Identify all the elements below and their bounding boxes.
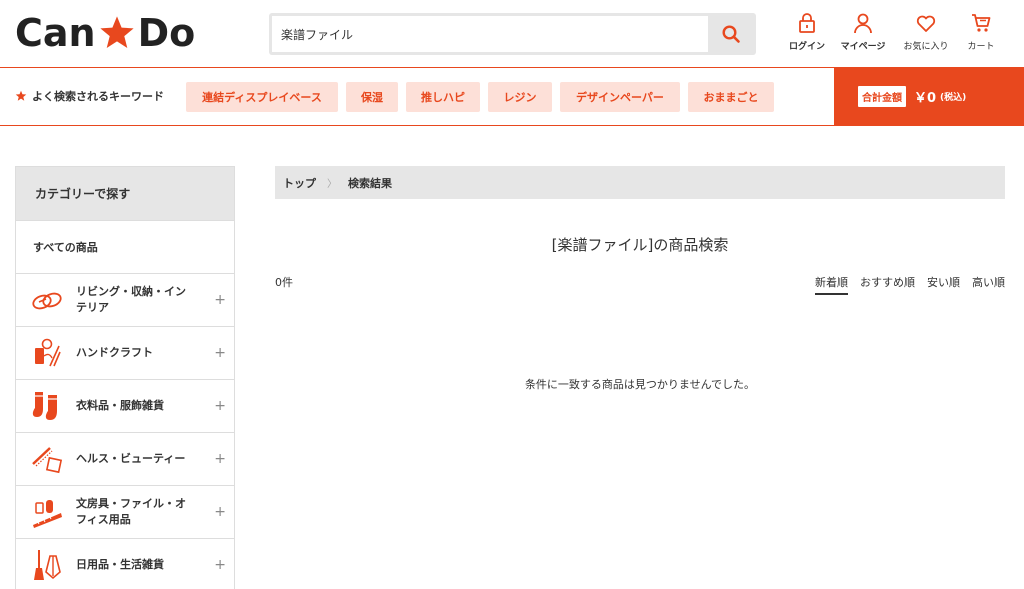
cart-label: カート [967,42,995,52]
sidebar-item-label: ハンドクラフト [76,346,153,359]
breadcrumb-current: 検索結果 [348,176,392,190]
keyword-chip[interactable]: おままごと [688,82,774,112]
breadcrumb: トップ 〉 検索結果 [275,166,1005,199]
sort-price-low[interactable]: 安い順 [927,274,960,295]
sidebar-item-label: ヘルス・ビューティー [76,452,186,465]
sidebar-item-stationery[interactable]: 文房具・ファイル・オフィス用品 + [16,485,234,538]
keyword-chip[interactable]: 保湿 [346,82,398,112]
site-logo[interactable]: Can Do [15,10,195,56]
expand-plus-icon[interactable]: + [214,504,226,520]
sort-options: 新着順 おすすめ順 安い順 高い順 [815,274,1005,295]
keyword-chip[interactable]: デザインペーパー [560,82,680,112]
sidebar-item-daily-goods[interactable]: 日用品・生活雑貨 + [16,538,234,589]
keyword-chip[interactable]: 連結ディスプレイベース [186,82,338,112]
sidebar-item-beauty[interactable]: ヘルス・ビューティー + [16,432,234,485]
logo-text-left: Can [15,11,96,55]
category-sidebar: カテゴリーで探す すべての商品 リビング・収納・インテリア + ハンドクラフト … [15,166,235,589]
search-button[interactable] [709,16,753,52]
star-icon [15,90,27,101]
empty-results-message: 条件に一致する商品は見つかりませんでした。 [524,378,756,391]
expand-plus-icon[interactable]: + [214,451,226,467]
keyword-bar-title: よく検索されるキーワード [32,90,164,103]
keyword-chip[interactable]: 推しハピ [406,82,480,112]
handcraft-icon [35,338,61,367]
sidebar-item-label: 日用品・生活雑貨 [76,558,164,571]
sidebar-item-handcraft[interactable]: ハンドクラフト + [16,326,234,379]
expand-plus-icon[interactable]: + [214,292,226,308]
keyword-bar-label: よく検索されるキーワード [15,88,164,104]
cart-icon [972,14,991,32]
keyword-chip[interactable]: レジン [488,82,552,112]
expand-plus-icon[interactable]: + [214,345,226,361]
daily-goods-icon [34,550,61,580]
breadcrumb-top-link[interactable]: トップ [283,175,316,191]
cart-total-value: ￥0 [914,91,937,106]
clothing-icon [32,392,57,420]
search-icon [722,25,740,43]
sort-recommended[interactable]: おすすめ順 [860,274,915,295]
expand-plus-icon[interactable]: + [214,557,226,573]
sort-price-high[interactable]: 高い順 [972,274,1005,295]
cart-total-tax: (税込) [940,93,967,103]
mypage-link[interactable]: マイページ [833,12,893,52]
sidebar-title: カテゴリーで探す [16,167,234,220]
search-input[interactable] [272,16,708,52]
breadcrumb-separator: 〉 [327,179,337,190]
login-link[interactable]: ログイン [777,12,837,52]
mypage-label: マイページ [840,42,886,52]
cart-total[interactable]: 合計金額 ￥0 (税込) [834,68,1024,125]
expand-plus-icon[interactable]: + [214,398,226,414]
cart-total-label: 合計金額 [858,86,906,107]
page-title: [楽譜ファイル]の商品検索 [551,236,729,254]
logo-star-icon [99,16,134,49]
sidebar-item-all[interactable]: すべての商品 [16,220,234,273]
living-icon [32,292,62,310]
site-header: Can Do ログイン マイページ お気に入 [0,0,1024,68]
heart-icon [916,15,936,32]
cart-link[interactable]: カート [951,12,1011,52]
sidebar-item-label: 衣料品・服飾雑貨 [76,399,164,412]
sidebar-item-clothing[interactable]: 衣料品・服飾雑貨 + [16,379,234,432]
login-label: ログイン [788,42,825,52]
search-bar [269,13,756,55]
result-count: 0件 [275,276,293,289]
lock-icon [799,13,815,33]
sort-newest[interactable]: 新着順 [815,274,848,295]
keyword-bar: よく検索されるキーワード 連結ディスプレイベース 保湿 推しハピ レジン デザイ… [0,68,1024,126]
beauty-icon [32,447,63,474]
user-icon [854,13,872,34]
logo-text-right: Do [137,11,196,55]
favorites-label: お気に入り [903,42,949,52]
sidebar-item-label: リビング・収納・インテリア [76,285,186,314]
sidebar-item-label: 文房具・ファイル・オフィス用品 [76,497,186,526]
sidebar-item-living[interactable]: リビング・収納・インテリア + [16,273,234,326]
stationery-icon [33,500,62,528]
favorites-link[interactable]: お気に入り [896,12,956,52]
